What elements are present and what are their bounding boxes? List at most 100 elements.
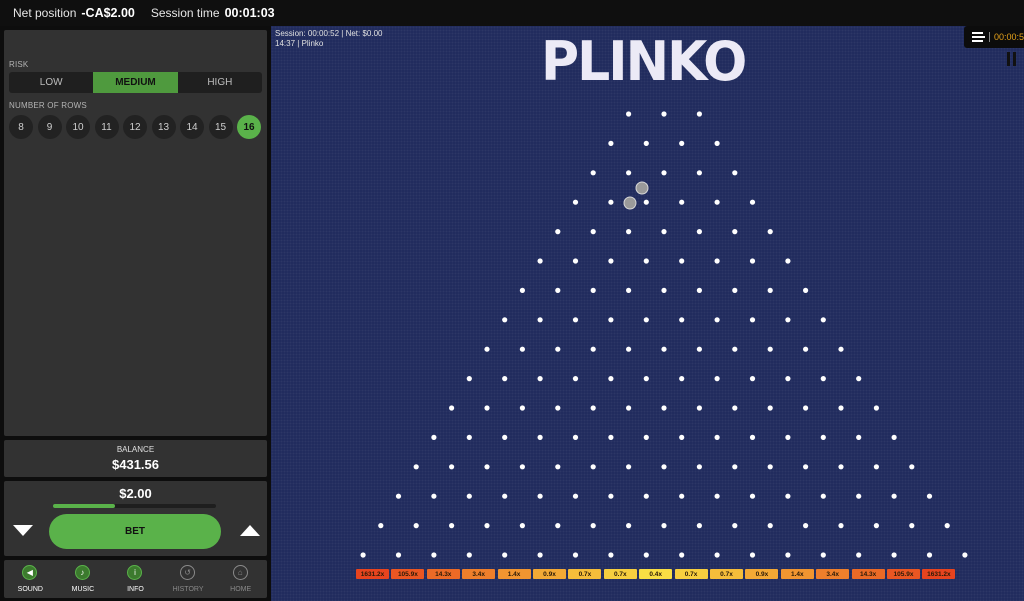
music-note-icon: ♪ — [74, 565, 90, 580]
peg — [803, 405, 809, 411]
rows-option-13[interactable]: 13 — [151, 115, 176, 139]
nav-item-music[interactable]: ♪ MUSIC — [57, 560, 110, 598]
rows-option-11[interactable]: 11 — [94, 115, 119, 139]
peg — [803, 346, 809, 352]
bet-button[interactable]: BET — [49, 514, 221, 549]
risk-toggle: LOW MEDIUM HIGH — [9, 72, 262, 93]
rows-option-9[interactable]: 9 — [37, 115, 62, 139]
peg — [555, 464, 561, 470]
peg — [466, 552, 472, 558]
multiplier-bucket: 1.4x — [497, 569, 531, 579]
multiplier-bucket: 105.9x — [887, 569, 920, 579]
peg — [431, 493, 437, 499]
peg — [714, 434, 720, 440]
peg — [679, 434, 685, 440]
peg — [590, 346, 596, 352]
peg — [608, 434, 614, 440]
peg — [360, 552, 366, 558]
peg — [714, 552, 720, 558]
peg — [873, 523, 880, 529]
peg — [785, 434, 791, 440]
peg — [962, 552, 968, 558]
rows-option-10[interactable]: 10 — [66, 115, 90, 139]
peg — [820, 552, 826, 558]
decrease-bet-icon[interactable] — [13, 525, 33, 536]
pause-icon[interactable] — [1007, 52, 1016, 66]
rows-option-15[interactable]: 15 — [208, 115, 233, 139]
peg — [749, 434, 756, 440]
nav-item-history[interactable]: ↺ HISTORY — [162, 560, 215, 598]
peg — [484, 464, 490, 470]
peg — [537, 258, 543, 264]
peg — [608, 140, 614, 146]
peg — [767, 287, 773, 293]
peg — [519, 346, 525, 352]
peg — [714, 140, 720, 146]
peg — [679, 376, 685, 382]
peg — [679, 493, 685, 499]
rows-option-16[interactable]: 16 — [237, 115, 261, 139]
peg — [484, 346, 490, 352]
peg — [749, 317, 756, 323]
increase-bet-icon[interactable] — [240, 525, 260, 536]
peg — [696, 111, 702, 117]
peg — [537, 493, 543, 499]
peg — [714, 376, 720, 382]
peg — [555, 229, 561, 235]
nav-item-home[interactable]: ⌂ HOME — [214, 560, 267, 598]
peg — [732, 523, 738, 529]
peg — [413, 523, 419, 529]
peg — [696, 464, 702, 470]
peg — [590, 229, 596, 235]
risk-medium-button[interactable]: MEDIUM — [93, 72, 178, 93]
multiplier-bucket: 3.4x — [462, 569, 496, 579]
nav-item-sound[interactable]: ◀ SOUND — [4, 560, 57, 598]
peg — [873, 405, 880, 411]
multiplier-bucket: 0.4x — [639, 569, 673, 579]
peg — [732, 287, 738, 293]
peg — [714, 258, 720, 264]
nav-label: INFO — [127, 586, 144, 593]
peg — [749, 552, 756, 558]
peg — [608, 376, 614, 382]
peg — [873, 464, 880, 470]
peg — [449, 523, 455, 529]
peg — [767, 229, 773, 235]
risk-high-button[interactable]: HIGH — [178, 72, 262, 93]
bet-slider[interactable] — [53, 504, 216, 508]
peg — [537, 434, 543, 440]
peg — [856, 493, 862, 499]
peg — [679, 258, 685, 264]
peg — [661, 229, 667, 235]
peg — [803, 464, 809, 470]
peg — [519, 287, 525, 293]
menu-icon[interactable] — [972, 32, 985, 42]
peg — [926, 493, 933, 499]
peg — [643, 140, 649, 146]
rows-option-14[interactable]: 14 — [180, 115, 204, 139]
peg — [749, 258, 756, 264]
peg — [537, 317, 543, 323]
rows-option-8[interactable]: 8 — [9, 115, 33, 139]
peg — [803, 287, 809, 293]
nav-item-info[interactable]: i INFO — [109, 560, 162, 598]
peg — [909, 523, 915, 529]
rows-option-12[interactable]: 12 — [123, 115, 147, 139]
rows-selector: 8 9 10 11 12 13 14 15 16 — [9, 115, 265, 139]
risk-low-button[interactable]: LOW — [9, 72, 93, 93]
peg — [696, 346, 702, 352]
peg — [856, 434, 862, 440]
peg — [749, 493, 756, 499]
peg — [537, 376, 543, 382]
local-time: 14:37 — [275, 39, 296, 48]
peg — [696, 287, 702, 293]
peg — [838, 523, 844, 529]
peg — [643, 434, 649, 440]
peg — [643, 199, 649, 205]
peg — [590, 287, 596, 293]
peg — [484, 405, 490, 411]
bet-amount: $2.00 — [119, 486, 152, 501]
session-info: Session: 00:00:52 | Net: $0.00 14:37 | P… — [275, 29, 383, 48]
peg — [431, 434, 437, 440]
peg — [608, 493, 614, 499]
